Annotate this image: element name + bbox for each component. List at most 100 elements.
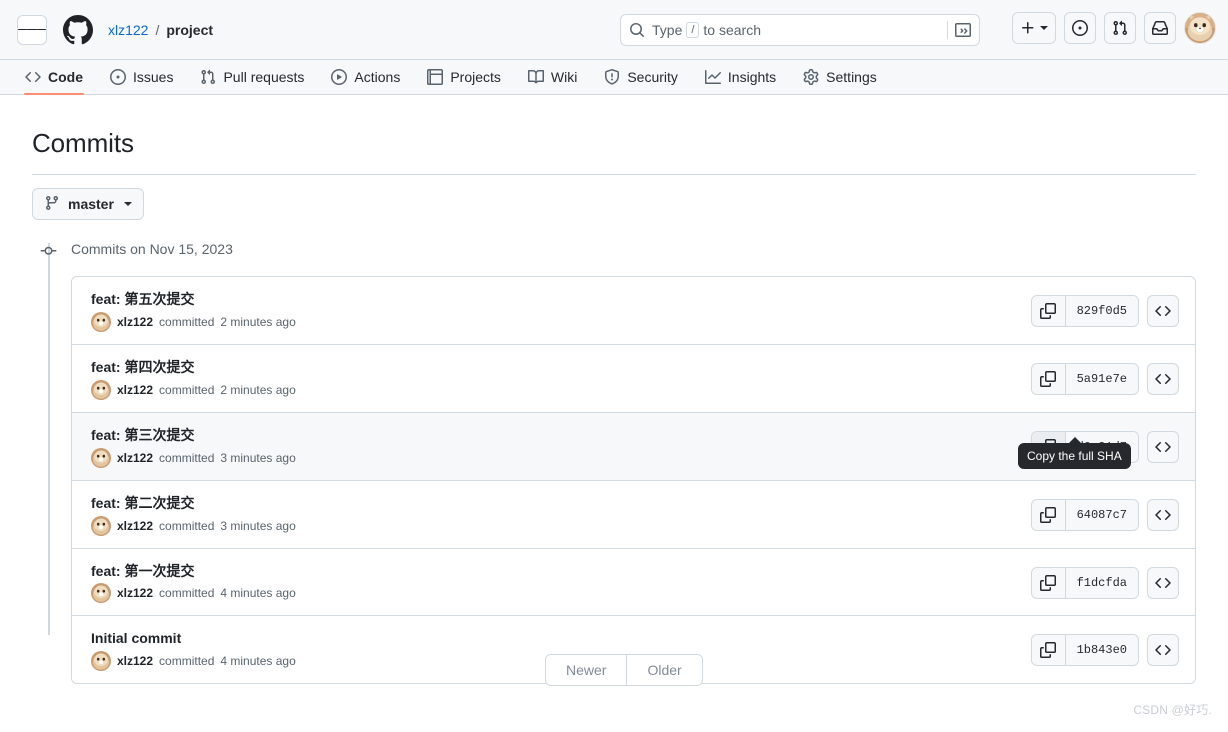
avatar[interactable] bbox=[91, 379, 111, 400]
avatar[interactable] bbox=[91, 515, 111, 536]
commit-message[interactable]: feat: 第一次提交 bbox=[91, 562, 296, 581]
commit-message[interactable]: feat: 第三次提交 bbox=[91, 426, 296, 445]
tab-issues[interactable]: Issues bbox=[101, 60, 182, 95]
browse-repository-button[interactable] bbox=[1147, 566, 1179, 599]
code-icon bbox=[1155, 305, 1171, 316]
commit-info: feat: 第三次提交 xlz122 committed 3 minutes a… bbox=[91, 426, 296, 468]
issue-opened-icon bbox=[110, 69, 126, 85]
tab-label: Projects bbox=[450, 69, 501, 85]
commit-time: 2 minutes ago bbox=[220, 382, 296, 397]
table-row[interactable]: feat: 第一次提交 xlz122 committed 4 minutes a… bbox=[72, 548, 1195, 617]
commit-message[interactable]: Initial commit bbox=[91, 629, 296, 648]
copy-icon[interactable] bbox=[1031, 363, 1066, 394]
tab-label: Code bbox=[48, 69, 83, 85]
copy-icon[interactable] bbox=[1031, 499, 1066, 530]
commit-author[interactable]: xlz122 bbox=[117, 315, 153, 329]
sha-group: 829f0d5 bbox=[1030, 294, 1139, 327]
code-icon bbox=[1155, 373, 1171, 384]
commit-meta: xlz122 committed 4 minutes ago bbox=[91, 583, 296, 604]
issue-opened-icon bbox=[1072, 20, 1088, 36]
copy-icon[interactable] bbox=[1031, 295, 1066, 326]
commit-author[interactable]: xlz122 bbox=[117, 451, 153, 465]
pagination-newer-button[interactable]: Newer bbox=[546, 655, 628, 685]
commit-actions: 1b843e0 bbox=[1030, 634, 1179, 667]
issues-global-button[interactable] bbox=[1064, 12, 1096, 44]
avatar[interactable] bbox=[91, 447, 111, 468]
tab-insights[interactable]: Insights bbox=[696, 60, 785, 95]
search-input[interactable]: Type / to search bbox=[620, 14, 980, 46]
avatar[interactable] bbox=[91, 651, 111, 672]
shield-icon bbox=[604, 69, 620, 85]
tab-actions[interactable]: Actions bbox=[322, 60, 409, 95]
commit-author[interactable]: xlz122 bbox=[117, 383, 153, 397]
commit-sha[interactable]: 829f0d5 bbox=[1065, 295, 1138, 326]
tab-pull-requests[interactable]: Pull requests bbox=[191, 60, 313, 95]
copy-icon[interactable] bbox=[1031, 635, 1066, 666]
branch-selector-button[interactable]: master bbox=[32, 188, 144, 220]
book-icon bbox=[527, 69, 544, 85]
commit-actions: 829f0d5 bbox=[1030, 294, 1179, 327]
tab-label: Issues bbox=[133, 69, 174, 85]
table-row[interactable]: feat: 第五次提交 xlz122 committed 2 minutes a… bbox=[72, 277, 1195, 345]
commit-info: feat: 第一次提交 xlz122 committed 4 minutes a… bbox=[91, 562, 296, 604]
commit-sha[interactable]: 5a91e7e bbox=[1065, 363, 1138, 394]
gear-icon bbox=[803, 69, 819, 85]
commit-meta: xlz122 committed 3 minutes ago bbox=[91, 515, 296, 536]
tab-wiki[interactable]: Wiki bbox=[519, 60, 586, 95]
commit-time: 4 minutes ago bbox=[220, 654, 296, 669]
copy-icon[interactable] bbox=[1031, 567, 1066, 598]
terminal-icon[interactable] bbox=[955, 22, 971, 38]
tab-settings[interactable]: Settings bbox=[794, 60, 886, 95]
tab-code[interactable]: Code bbox=[16, 60, 92, 95]
title-divider bbox=[32, 174, 1196, 175]
tab-projects[interactable]: Projects bbox=[418, 60, 510, 95]
commit-message[interactable]: feat: 第四次提交 bbox=[91, 358, 296, 377]
commit-author[interactable]: xlz122 bbox=[117, 586, 153, 600]
breadcrumb-owner[interactable]: xlz122 bbox=[108, 22, 148, 38]
commit-timeline-node-icon bbox=[40, 243, 57, 259]
search-container: Type / to search bbox=[620, 14, 980, 46]
browse-repository-button[interactable] bbox=[1147, 430, 1179, 463]
browse-repository-button[interactable] bbox=[1147, 634, 1179, 667]
github-mark-icon[interactable] bbox=[62, 14, 94, 46]
commit-message[interactable]: feat: 第五次提交 bbox=[91, 290, 296, 309]
header-actions bbox=[1012, 12, 1216, 44]
commit-author[interactable]: xlz122 bbox=[117, 654, 153, 668]
commit-meta: xlz122 committed 2 minutes ago bbox=[91, 379, 296, 400]
breadcrumb-repo[interactable]: project bbox=[166, 22, 213, 38]
chevron-down-icon bbox=[123, 202, 132, 206]
table-row[interactable]: feat: 第四次提交 xlz122 committed 2 minutes a… bbox=[72, 344, 1195, 413]
hamburger-menu-button[interactable] bbox=[17, 14, 47, 45]
search-slash-key: / bbox=[686, 22, 700, 38]
commit-time: 4 minutes ago bbox=[220, 586, 296, 601]
create-new-button[interactable] bbox=[1012, 12, 1056, 44]
sha-group: f1dcfda bbox=[1030, 566, 1139, 599]
pagination-older-button[interactable]: Older bbox=[627, 655, 702, 685]
commit-meta: xlz122 committed 4 minutes ago bbox=[91, 651, 296, 672]
commit-author[interactable]: xlz122 bbox=[117, 519, 153, 533]
notifications-button[interactable] bbox=[1144, 12, 1176, 44]
table-row[interactable]: feat: 第二次提交 xlz122 committed 3 minutes a… bbox=[72, 480, 1195, 549]
commit-verb: committed bbox=[159, 382, 215, 397]
browse-repository-button[interactable] bbox=[1147, 362, 1179, 395]
avatar[interactable] bbox=[91, 311, 111, 332]
pull-requests-global-button[interactable] bbox=[1104, 12, 1136, 44]
tab-security[interactable]: Security bbox=[595, 60, 687, 95]
commit-sha[interactable]: f1dcfda bbox=[1065, 567, 1138, 598]
commit-sha[interactable]: 64087c7 bbox=[1065, 499, 1138, 530]
watermark: CSDN @好巧. bbox=[1133, 703, 1212, 717]
avatar[interactable] bbox=[1184, 12, 1216, 44]
search-placeholder: Type / to search bbox=[652, 22, 947, 38]
app-header: xlz122 / project Type / to search bbox=[0, 0, 1228, 60]
code-icon bbox=[1155, 645, 1171, 656]
commit-message[interactable]: feat: 第二次提交 bbox=[91, 494, 296, 513]
browse-repository-button[interactable] bbox=[1147, 294, 1179, 327]
tooltip-copy-full-sha: Copy the full SHA bbox=[1018, 437, 1131, 469]
commit-time: 3 minutes ago bbox=[220, 450, 296, 465]
commit-sha[interactable]: 1b843e0 bbox=[1065, 635, 1138, 666]
commit-info: feat: 第二次提交 xlz122 committed 3 minutes a… bbox=[91, 494, 296, 536]
commit-verb: committed bbox=[159, 654, 215, 669]
browse-repository-button[interactable] bbox=[1147, 498, 1179, 531]
repo-nav: Code Issues Pull requests Actions Projec… bbox=[0, 60, 1228, 95]
avatar[interactable] bbox=[91, 583, 111, 604]
